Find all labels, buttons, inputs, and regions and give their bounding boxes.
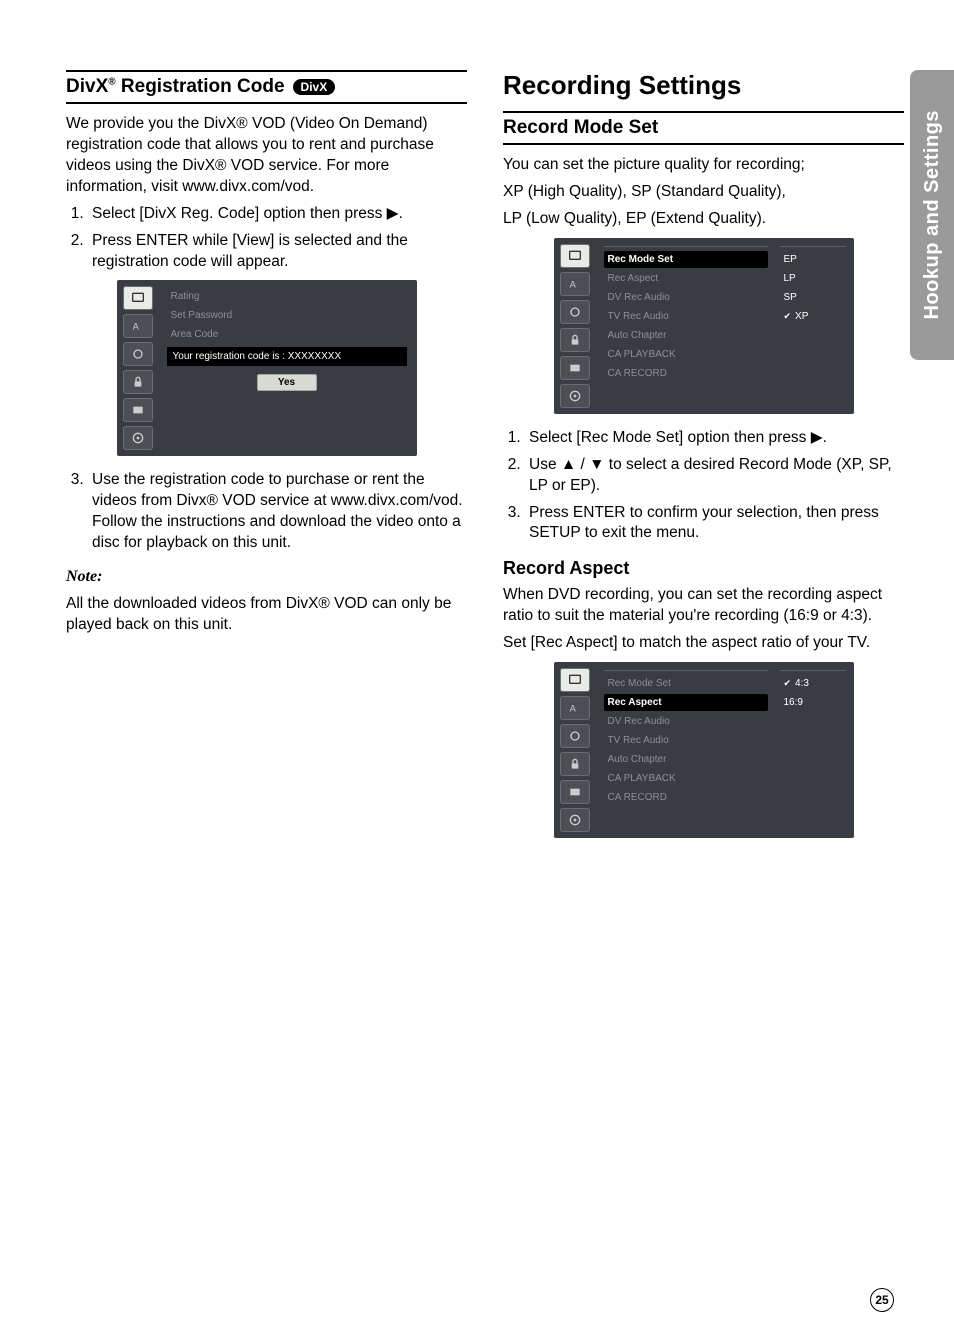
divx-step-2: Press ENTER while [View] is selected and… bbox=[88, 231, 467, 273]
menu-item: TV Rec Audio bbox=[604, 308, 768, 325]
yes-button: Yes bbox=[257, 374, 317, 391]
menu-item: Auto Chapter bbox=[604, 327, 768, 344]
divx-heading-text: DivX® Registration Code bbox=[66, 76, 285, 98]
tab-language-icon: A bbox=[560, 272, 590, 296]
tab-language-icon: A bbox=[560, 696, 590, 720]
tab-disc-icon bbox=[560, 384, 590, 408]
rec-mode-heading-text: Record Mode Set bbox=[503, 117, 658, 139]
tab-lock-icon bbox=[560, 752, 590, 776]
registration-code-line: Your registration code is : XXXXXXXX bbox=[167, 347, 407, 366]
svg-text:A: A bbox=[569, 279, 576, 289]
tab-audio-icon bbox=[560, 724, 590, 748]
menu-item: Rec Aspect bbox=[604, 694, 768, 711]
svg-text:A: A bbox=[569, 703, 576, 713]
menu-items: Rating Set Password Area Code Your regis… bbox=[163, 286, 411, 450]
menu-item: Auto Chapter bbox=[604, 751, 768, 768]
tab-display-icon bbox=[123, 286, 153, 310]
menu-item: CA RECORD bbox=[604, 789, 768, 806]
menu-item: Rec Aspect bbox=[604, 270, 768, 287]
divx-menu-screenshot: A Rating Set Password Area Code Your reg… bbox=[117, 280, 417, 456]
rec-mode-steps: Select [Rec Mode Set] option then press … bbox=[525, 428, 904, 545]
menu-value-checked: ✔4:3 bbox=[780, 675, 846, 692]
menu-value: 16:9 bbox=[780, 694, 846, 711]
rec-mode-step-3: Press ENTER to confirm your selection, t… bbox=[525, 503, 904, 545]
menu-tabs: A bbox=[123, 286, 157, 450]
menu-item-password: Set Password bbox=[167, 307, 407, 324]
rec-mode-step-2: Use ▲ / ▼ to select a desired Record Mod… bbox=[525, 455, 904, 497]
divx-steps-3: Use the registration code to purchase or… bbox=[88, 470, 467, 554]
menu-item: Rec Mode Set bbox=[604, 251, 768, 268]
svg-text:A: A bbox=[132, 322, 139, 332]
rec-mode-intro-1: You can set the picture quality for reco… bbox=[503, 155, 904, 176]
menu-item-rating: Rating bbox=[167, 288, 407, 305]
tab-record-icon bbox=[123, 398, 153, 422]
menu-tabs: A bbox=[560, 668, 594, 832]
rec-aspect-p2: Set [Rec Aspect] to match the aspect rat… bbox=[503, 633, 904, 654]
menu-values: EP LP SP ✔XP bbox=[778, 244, 848, 408]
menu-item: CA RECORD bbox=[604, 365, 768, 382]
divx-intro: We provide you the DivX® VOD (Video On D… bbox=[66, 114, 467, 198]
menu-values: ✔4:3 16:9 bbox=[778, 668, 848, 832]
tab-disc-icon bbox=[123, 426, 153, 450]
side-tab-label: Hookup and Settings bbox=[921, 110, 944, 320]
note-heading: Note: bbox=[66, 566, 467, 588]
divx-step-3: Use the registration code to purchase or… bbox=[88, 470, 467, 554]
note-body: All the downloaded videos from DivX® VOD… bbox=[66, 594, 467, 636]
tab-audio-icon bbox=[560, 300, 590, 324]
check-icon: ✔ bbox=[784, 311, 792, 322]
menu-tabs: A bbox=[560, 244, 594, 408]
left-column: DivX® Registration Code DivX We provide … bbox=[66, 70, 467, 852]
recording-settings-title: Recording Settings bbox=[503, 70, 904, 101]
rec-aspect-menu-screenshot: A Rec Mode Set Rec Aspect DV Rec Audio T… bbox=[554, 662, 854, 838]
section-side-tab: Hookup and Settings bbox=[910, 70, 954, 360]
menu-item: DV Rec Audio bbox=[604, 289, 768, 306]
rec-mode-step-1: Select [Rec Mode Set] option then press … bbox=[525, 428, 904, 449]
rec-mode-menu-screenshot: A Rec Mode Set Rec Aspect DV Rec Audio T… bbox=[554, 238, 854, 414]
page: Hookup and Settings DivX® Registration C… bbox=[0, 0, 954, 1342]
tab-disc-icon bbox=[560, 808, 590, 832]
rec-mode-heading: Record Mode Set bbox=[503, 111, 904, 145]
menu-item: DV Rec Audio bbox=[604, 713, 768, 730]
menu-value: LP bbox=[780, 270, 846, 287]
divx-steps-1-2: Select [DivX Reg. Code] option then pres… bbox=[88, 204, 467, 273]
rec-mode-intro-2: XP (High Quality), SP (Standard Quality)… bbox=[503, 182, 904, 203]
page-number: 25 bbox=[870, 1288, 894, 1312]
menu-item: Rec Mode Set bbox=[604, 675, 768, 692]
tab-display-icon bbox=[560, 668, 590, 692]
tab-lock-icon bbox=[123, 370, 153, 394]
tab-language-icon: A bbox=[123, 314, 153, 338]
menu-value: SP bbox=[780, 289, 846, 306]
page-number-value: 25 bbox=[875, 1293, 888, 1307]
menu-item: CA PLAYBACK bbox=[604, 346, 768, 363]
tab-lock-icon bbox=[560, 328, 590, 352]
menu-value: EP bbox=[780, 251, 846, 268]
right-column: Recording Settings Record Mode Set You c… bbox=[503, 70, 904, 852]
tab-audio-icon bbox=[123, 342, 153, 366]
menu-item: CA PLAYBACK bbox=[604, 770, 768, 787]
divx-heading: DivX® Registration Code DivX bbox=[66, 70, 467, 104]
rec-aspect-heading: Record Aspect bbox=[503, 558, 904, 579]
rec-mode-intro-3: LP (Low Quality), EP (Extend Quality). bbox=[503, 209, 904, 230]
content-columns: DivX® Registration Code DivX We provide … bbox=[66, 70, 904, 852]
tab-record-icon bbox=[560, 780, 590, 804]
tab-record-icon bbox=[560, 356, 590, 380]
menu-item-area: Area Code bbox=[167, 326, 407, 343]
divx-step-1: Select [DivX Reg. Code] option then pres… bbox=[88, 204, 467, 225]
menu-value-checked: ✔XP bbox=[780, 308, 846, 325]
menu-item: TV Rec Audio bbox=[604, 732, 768, 749]
rec-aspect-p1: When DVD recording, you can set the reco… bbox=[503, 585, 904, 627]
menu-items: Rec Mode Set Rec Aspect DV Rec Audio TV … bbox=[600, 668, 772, 832]
tab-display-icon bbox=[560, 244, 590, 268]
check-icon: ✔ bbox=[784, 678, 792, 689]
divx-badge: DivX bbox=[293, 79, 336, 95]
menu-items: Rec Mode Set Rec Aspect DV Rec Audio TV … bbox=[600, 244, 772, 408]
